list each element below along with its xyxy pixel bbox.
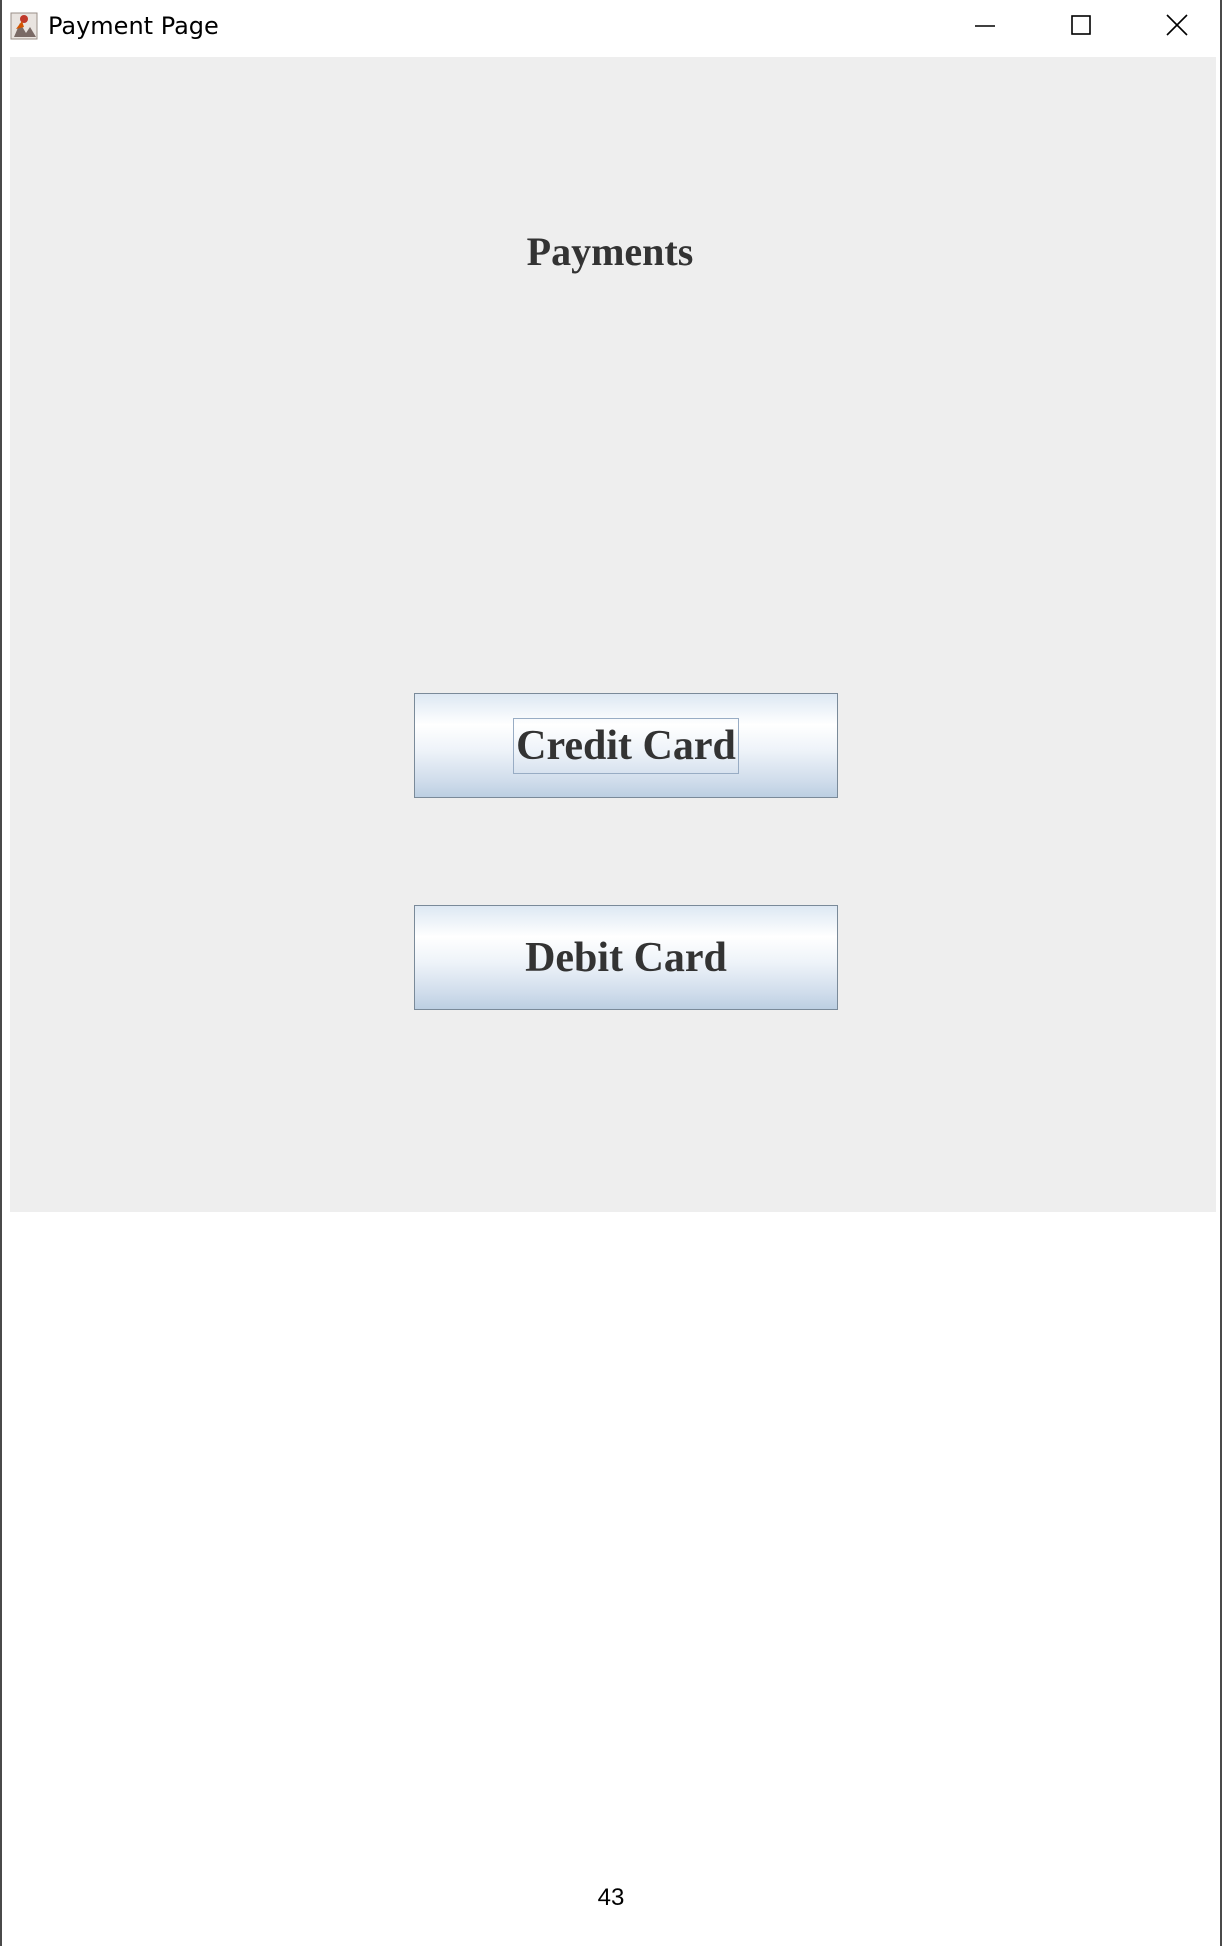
minimize-button[interactable] — [937, 0, 1033, 50]
maximize-button[interactable] — [1033, 0, 1129, 50]
debit-card-button[interactable]: Debit Card — [414, 905, 838, 1010]
payment-window: Payment Page Payments Credit Card Debit … — [2, 0, 1220, 1212]
close-button[interactable] — [1129, 0, 1222, 50]
document-page: Payment Page Payments Credit Card Debit … — [0, 0, 1222, 1946]
credit-card-button[interactable]: Credit Card — [414, 693, 838, 798]
maximize-icon — [1071, 15, 1091, 35]
debit-card-button-label: Debit Card — [525, 934, 727, 981]
credit-card-button-label: Credit Card — [513, 717, 739, 774]
page-title: Payments — [526, 229, 694, 274]
minimize-icon — [975, 25, 995, 27]
window-title: Payment Page — [48, 12, 219, 40]
page-number: 43 — [597, 1884, 625, 1911]
content-panel: Payments Credit Card Debit Card — [10, 57, 1216, 1212]
close-icon — [1166, 14, 1188, 36]
window-titlebar[interactable]: Payment Page — [2, 0, 1220, 56]
java-app-icon — [10, 11, 38, 41]
